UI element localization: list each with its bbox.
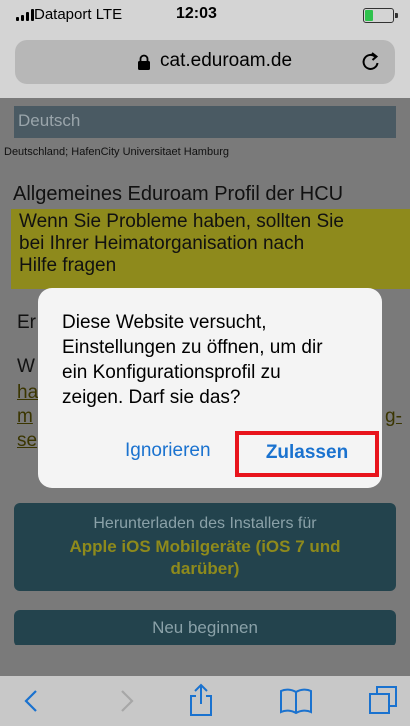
obscured-link[interactable]: se	[17, 430, 37, 452]
obscured-link[interactable]: g-	[385, 406, 402, 428]
share-icon[interactable]	[188, 683, 214, 717]
tabs-icon[interactable]	[368, 685, 398, 715]
dialog-message: Diese Website versucht, Einstellungen zu…	[62, 312, 323, 408]
ignore-button[interactable]: Ignorieren	[125, 440, 211, 462]
clock: 12:03	[176, 5, 217, 22]
install-button-platform: Apple iOS Mobilgeräte (iOS 7 und darüber…	[69, 537, 341, 578]
battery-icon	[363, 8, 398, 23]
location-text: Deutschland; HafenCity Universitaet Hamb…	[4, 146, 229, 158]
signal-strength-icon	[16, 9, 34, 21]
obscured-link[interactable]: m	[17, 406, 33, 428]
obscured-text: W	[17, 356, 35, 377]
language-selector[interactable]: Deutsch	[14, 106, 396, 138]
allow-button[interactable]: Zulassen	[235, 431, 379, 477]
help-notice-text: Wenn Sie Probleme haben, sollten Sie bei…	[19, 211, 344, 276]
status-bar: Dataport LTE 12:03	[0, 0, 410, 30]
bookmarks-icon[interactable]	[279, 687, 313, 715]
url-text: cat.eduroam.de	[160, 50, 293, 71]
url-field[interactable]: cat.eduroam.de	[15, 40, 395, 84]
profile-title: Allgemeines Eduroam Profil der HCU	[13, 183, 344, 205]
install-button-line1: Herunterladen des Installers für	[93, 515, 317, 532]
help-notice: Wenn Sie Probleme haben, sollten Sie bei…	[11, 209, 410, 289]
carrier-label: Dataport LTE	[34, 6, 123, 23]
permission-dialog: Diese Website versucht, Einstellungen zu…	[38, 288, 382, 488]
obscured-text: Er	[17, 312, 36, 333]
reload-icon[interactable]	[359, 50, 383, 74]
lock-icon	[138, 54, 150, 70]
obscured-link[interactable]: ha	[17, 382, 38, 404]
browser-toolbar	[0, 676, 410, 726]
browser-address-bar: cat.eduroam.de	[0, 30, 410, 98]
download-installer-button[interactable]: Herunterladen des Installers für Apple i…	[14, 503, 396, 591]
back-icon[interactable]	[22, 688, 40, 714]
restart-button[interactable]: Neu beginnen	[14, 610, 396, 645]
forward-icon[interactable]	[118, 688, 136, 714]
